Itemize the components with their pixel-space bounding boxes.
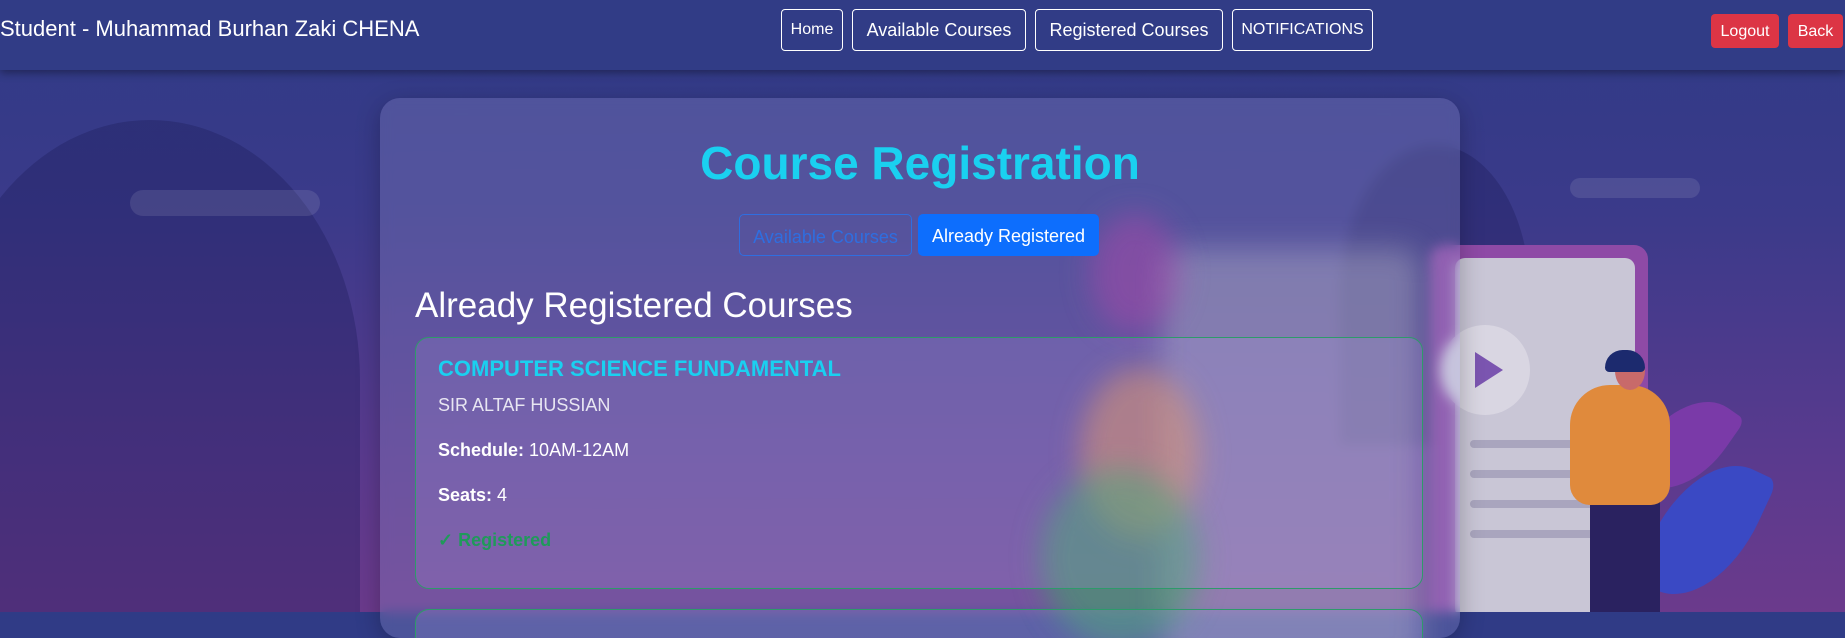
- checkmark-icon: ✓: [438, 530, 454, 550]
- schedule-label: Schedule:: [438, 440, 525, 460]
- person-legs: [1590, 500, 1660, 612]
- top-navbar: Student - Muhammad Burhan Zaki CHENA Hom…: [0, 0, 1845, 70]
- course-seats: Seats: 4: [438, 485, 507, 506]
- navbar-brand: Student - Muhammad Burhan Zaki CHENA: [0, 16, 420, 41]
- course-teacher: SIR ALTAF HUSSIAN: [438, 395, 611, 415]
- nav-home-button[interactable]: Home: [781, 9, 843, 51]
- background-cloud: [130, 190, 320, 216]
- course-name: COMPUTER SCIENCE FUNDAMENTAL: [438, 356, 841, 381]
- section-heading: Already Registered Courses: [415, 286, 853, 325]
- person-body: [1570, 385, 1670, 505]
- registered-status: ✓ Registered: [438, 530, 551, 551]
- tab-already-registered[interactable]: Already Registered: [918, 214, 1099, 256]
- nav-registered-courses-button[interactable]: Registered Courses: [1035, 9, 1223, 51]
- status-label: Registered: [458, 530, 552, 550]
- tab-available-courses[interactable]: Available Courses: [739, 214, 912, 256]
- course-schedule: Schedule: 10AM-12AM: [438, 440, 629, 461]
- seats-label: Seats:: [438, 485, 493, 505]
- course-registration-card: Course Registration Available Courses Al…: [380, 98, 1460, 638]
- nav-available-courses-button[interactable]: Available Courses: [852, 9, 1026, 51]
- course-card: [415, 609, 1423, 638]
- background-cloud: [1570, 178, 1700, 198]
- seats-value: 4: [497, 485, 508, 505]
- logout-button[interactable]: Logout: [1711, 14, 1779, 48]
- page-title: Course Registration: [700, 137, 1140, 189]
- back-button[interactable]: Back: [1788, 14, 1843, 48]
- background-blur-shape: [1090, 213, 1180, 333]
- course-card: COMPUTER SCIENCE FUNDAMENTAL SIR ALTAF H…: [415, 337, 1423, 589]
- nav-notifications-button[interactable]: NOTIFICATIONS: [1232, 9, 1373, 51]
- schedule-value: 10AM-12AM: [529, 440, 630, 460]
